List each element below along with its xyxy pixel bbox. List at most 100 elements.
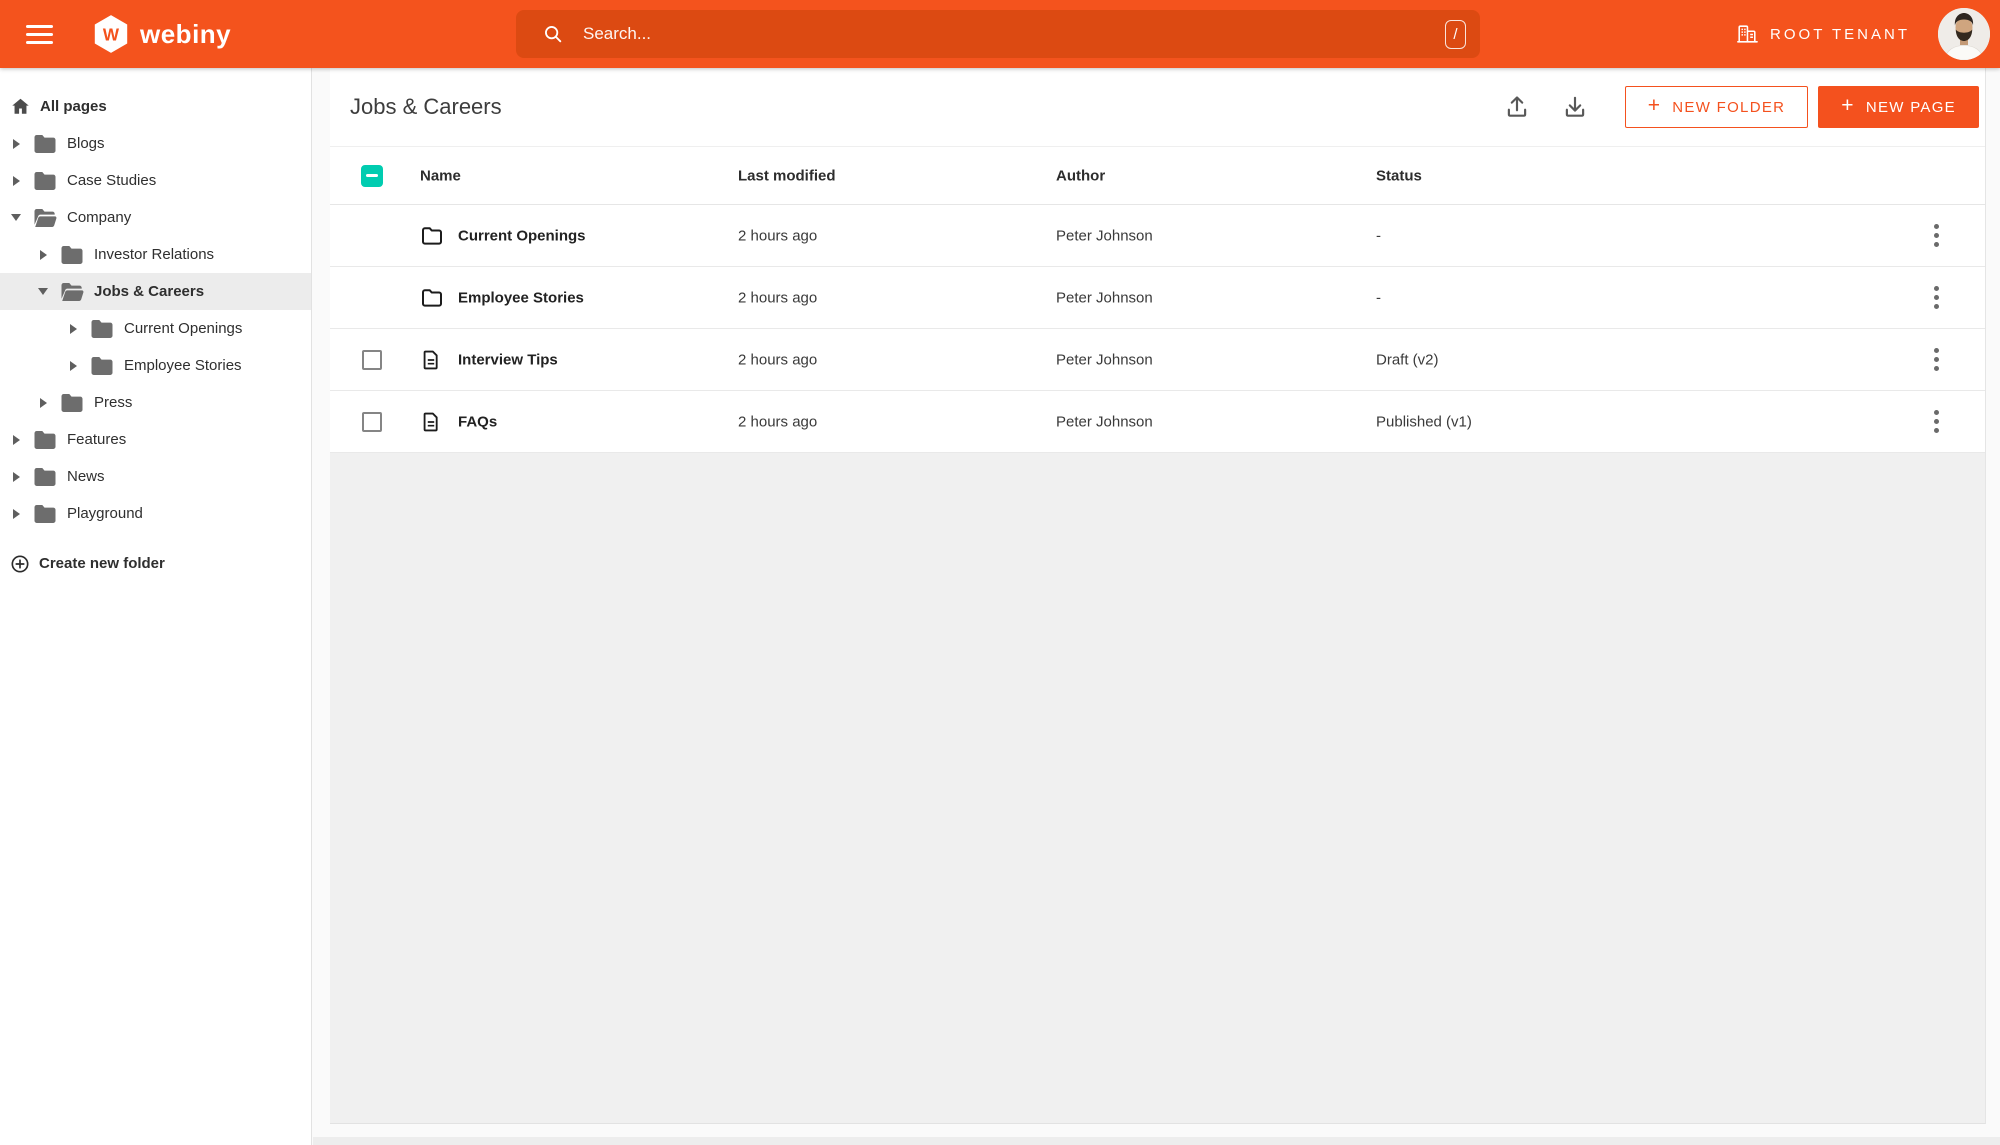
expand-arrow-icon[interactable] [11, 433, 21, 447]
row-checkbox[interactable] [362, 411, 382, 432]
row-last-modified: 2 hours ago [738, 227, 818, 244]
sidebar-item-all-pages[interactable]: All pages [0, 88, 311, 125]
top-app-bar: W webiny Search... / ROOT TENANT [0, 0, 2000, 68]
expand-arrow-icon[interactable] [11, 507, 21, 521]
expand-arrow-icon[interactable] [38, 248, 48, 262]
folder-icon [34, 504, 56, 523]
sidebar-item-press[interactable]: Press [0, 384, 311, 421]
brand-wordmark: webiny [140, 18, 232, 49]
folder-open-icon [61, 282, 84, 301]
sidebar-item-features[interactable]: Features [0, 421, 311, 458]
expand-arrow-icon[interactable] [11, 137, 21, 151]
folder-icon [61, 393, 83, 412]
sidebar-item-blogs[interactable]: Blogs [0, 125, 311, 162]
folder-icon [34, 134, 56, 153]
row-checkbox[interactable] [362, 349, 382, 370]
row-name[interactable]: Current Openings [458, 227, 586, 244]
table-row[interactable]: Current Openings 2 hours ago Peter Johns… [330, 205, 1985, 267]
row-status: - [1376, 227, 1381, 244]
page-document-icon [420, 348, 444, 372]
table-empty-area [330, 453, 1985, 1123]
folder-open-icon [34, 208, 57, 227]
avatar-photo [1938, 8, 1990, 60]
webiny-logo[interactable]: W webiny [93, 14, 231, 54]
row-last-modified: 2 hours ago [738, 289, 818, 306]
main-content: Jobs & Careers + NEW FOLDER + NEW PAGE N… [313, 68, 2000, 1145]
export-button[interactable] [1562, 94, 1588, 120]
row-last-modified: 2 hours ago [738, 413, 818, 430]
sidebar-item-case-studies[interactable]: Case Studies [0, 162, 311, 199]
tenant-building-icon [1737, 25, 1758, 43]
sidebar-item-jobs-careers[interactable]: Jobs & Careers [0, 273, 311, 310]
expand-arrow-icon[interactable] [68, 359, 78, 373]
table-row[interactable]: Interview Tips 2 hours ago Peter Johnson… [330, 329, 1985, 391]
search-icon [545, 26, 562, 43]
horizontal-scrollbar[interactable] [313, 1137, 2000, 1145]
row-status: - [1376, 289, 1381, 306]
expand-arrow-icon[interactable] [11, 174, 21, 188]
collapse-arrow-icon[interactable] [38, 285, 48, 299]
expand-arrow-icon[interactable] [68, 322, 78, 336]
row-author: Peter Johnson [1056, 351, 1153, 368]
row-actions-menu[interactable] [1924, 278, 1948, 318]
row-author: Peter Johnson [1056, 413, 1153, 430]
home-icon [12, 98, 29, 114]
menu-icon[interactable] [26, 24, 53, 44]
create-new-folder-button[interactable]: Create new folder [0, 545, 311, 582]
tenant-name[interactable]: ROOT TENANT [1770, 26, 1910, 43]
plus-circle-icon [11, 555, 29, 572]
content-header: Jobs & Careers + NEW FOLDER + NEW PAGE [330, 68, 1985, 147]
folder-icon [61, 245, 83, 264]
row-name[interactable]: FAQs [458, 413, 497, 430]
plus-icon: + [1841, 94, 1855, 117]
row-name[interactable]: Employee Stories [458, 289, 584, 306]
row-last-modified: 2 hours ago [738, 351, 818, 368]
webiny-logo-icon: W [94, 15, 128, 53]
row-actions-menu[interactable] [1924, 402, 1948, 442]
new-page-button[interactable]: + NEW PAGE [1818, 86, 1979, 128]
folder-icon [91, 319, 113, 338]
folder-icon [34, 467, 56, 486]
column-header-author: Author [1056, 167, 1106, 184]
folder-icon [420, 286, 444, 310]
table-row[interactable]: FAQs 2 hours ago Peter Johnson Published… [330, 391, 1985, 453]
user-avatar[interactable] [1938, 8, 1990, 60]
row-actions-menu[interactable] [1924, 216, 1948, 256]
upload-icon [1507, 96, 1526, 117]
sidebar-item-news[interactable]: News [0, 458, 311, 495]
svg-text:W: W [103, 25, 120, 44]
sidebar-item-company[interactable]: Company [0, 199, 311, 236]
folder-icon [34, 171, 56, 190]
search-input[interactable]: Search... / [516, 10, 1480, 58]
pages-table-card: Jobs & Careers + NEW FOLDER + NEW PAGE N… [330, 68, 1986, 1124]
row-author: Peter Johnson [1056, 227, 1153, 244]
select-all-checkbox[interactable] [361, 164, 383, 187]
plus-icon: + [1647, 94, 1662, 117]
row-actions-menu[interactable] [1924, 340, 1948, 380]
row-status: Draft (v2) [1376, 351, 1439, 368]
expand-arrow-icon[interactable] [11, 470, 21, 484]
column-header-status: Status [1376, 167, 1422, 184]
collapse-arrow-icon[interactable] [11, 211, 21, 225]
sidebar-item-current-openings[interactable]: Current Openings [0, 310, 311, 347]
row-name[interactable]: Interview Tips [458, 351, 558, 368]
folder-icon [420, 224, 444, 248]
sidebar-item-employee-stories[interactable]: Employee Stories [0, 347, 311, 384]
sidebar-item-playground[interactable]: Playground [0, 495, 311, 532]
column-header-name: Name [420, 167, 461, 184]
folder-icon [91, 356, 113, 375]
column-header-last-modified: Last modified [738, 167, 836, 184]
new-folder-button[interactable]: + NEW FOLDER [1624, 86, 1809, 128]
table-header-row: Name Last modified Author Status [330, 147, 1985, 205]
page-document-icon [420, 410, 444, 434]
row-author: Peter Johnson [1056, 289, 1153, 306]
search-shortcut-badge: / [1445, 19, 1466, 49]
sidebar-item-investor-relations[interactable]: Investor Relations [0, 236, 311, 273]
expand-arrow-icon[interactable] [38, 396, 48, 410]
download-icon [1565, 96, 1584, 117]
folder-icon [34, 430, 56, 449]
import-button[interactable] [1504, 94, 1530, 120]
row-status: Published (v1) [1376, 413, 1472, 430]
table-row[interactable]: Employee Stories 2 hours ago Peter Johns… [330, 267, 1985, 329]
folder-tree-sidebar: All pages Blogs Case Studies Company Inv… [0, 68, 312, 1145]
